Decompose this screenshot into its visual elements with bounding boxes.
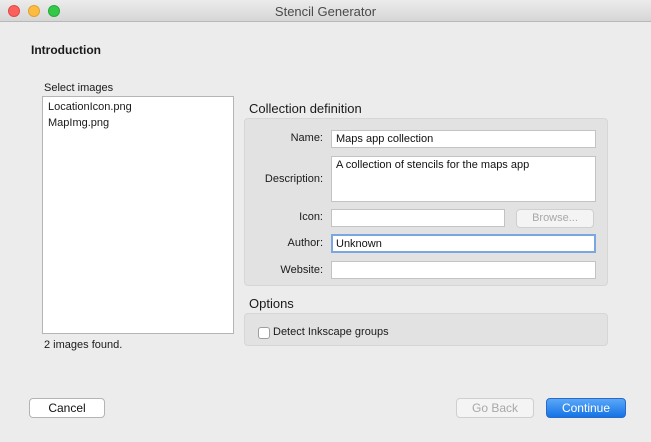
website-label: Website:: [280, 264, 323, 276]
images-found-status: 2 images found.: [44, 339, 123, 351]
author-label: Author:: [287, 237, 323, 249]
website-field[interactable]: [331, 261, 596, 279]
icon-field[interactable]: [331, 209, 505, 227]
image-list-item[interactable]: MapImg.png: [43, 115, 233, 131]
author-field[interactable]: [331, 234, 596, 253]
image-list-item[interactable]: LocationIcon.png: [43, 99, 233, 115]
detect-inkscape-groups-label[interactable]: Detect Inkscape groups: [273, 326, 389, 338]
description-label: Description:: [264, 173, 323, 185]
options-group: Detect Inkscape groups: [244, 313, 608, 346]
detect-inkscape-groups-checkbox[interactable]: [258, 327, 270, 339]
page-title: Introduction: [31, 43, 101, 57]
icon-label: Icon:: [299, 211, 323, 223]
continue-button[interactable]: Continue: [546, 398, 626, 418]
options-heading: Options: [249, 296, 294, 311]
cancel-button[interactable]: Cancel: [29, 398, 105, 418]
window-title: Stencil Generator: [274, 4, 377, 19]
collection-definition-group: Name: Description: A collection of stenc…: [244, 118, 608, 286]
title-bar: Stencil Generator: [0, 0, 651, 22]
name-field[interactable]: [331, 130, 596, 148]
select-images-label: Select images: [44, 82, 114, 94]
collection-definition-heading: Collection definition: [249, 101, 362, 116]
browse-button[interactable]: Browse...: [516, 209, 594, 228]
image-list[interactable]: LocationIcon.png MapImg.png: [42, 96, 234, 334]
go-back-button[interactable]: Go Back: [456, 398, 534, 418]
name-label: Name:: [290, 132, 323, 144]
description-field[interactable]: A collection of stencils for the maps ap…: [331, 156, 596, 202]
